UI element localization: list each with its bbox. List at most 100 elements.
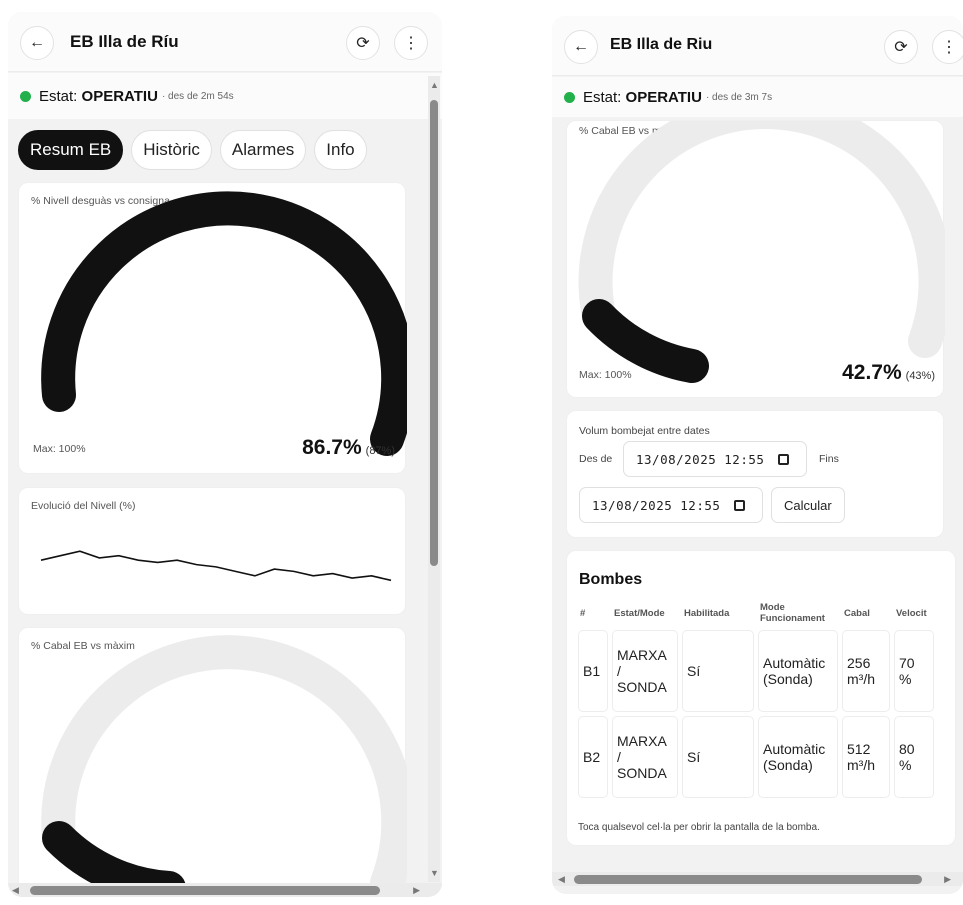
refresh-button[interactable]: ⟳ — [346, 26, 380, 60]
arrow-left-icon: ← — [573, 38, 589, 55]
table-row[interactable]: B1 MARXA / SONDA Sí Automàtic (Sonda) 25… — [578, 630, 934, 712]
horizontal-scroll-thumb[interactable] — [574, 875, 922, 884]
calendar-icon[interactable] — [778, 453, 790, 465]
level-trend-chart — [40, 550, 392, 582]
scroll-left-icon[interactable]: ◀ — [558, 874, 565, 885]
level-gauge-card: % Nivell desguàs vs consigna Max: 100% 8… — [18, 182, 407, 474]
pump-flow-cell[interactable]: 256 m³/h — [842, 630, 890, 712]
tab-alarmes[interactable]: Alarmes — [219, 130, 307, 170]
level-gauge-arc — [41, 191, 407, 456]
more-button[interactable]: ⋮ — [932, 30, 963, 64]
flow-gauge — [578, 121, 945, 383]
refresh-button[interactable]: ⟳ — [884, 30, 918, 64]
app-bar: ← EB Illa de Ríu ⟳ ⋮ — [8, 12, 442, 72]
volume-title: Volum bombejat entre dates — [579, 425, 710, 437]
calculate-button[interactable]: Calcular — [771, 487, 845, 523]
level-gauge-percent: 86.7% — [302, 436, 362, 459]
flow-gauge-percent: 42.7% — [842, 361, 902, 384]
level-gauge-value: 86.7% (87%) — [302, 436, 395, 460]
scroll-right-icon[interactable]: ▶ — [944, 874, 951, 885]
scroll-down-icon[interactable]: ▼ — [430, 868, 439, 878]
arrow-left-icon: ← — [29, 34, 45, 51]
status-value: OPERATIU — [625, 88, 702, 106]
more-button[interactable]: ⋮ — [394, 26, 428, 60]
tab-info[interactable]: Info — [314, 130, 367, 170]
more-vertical-icon: ⋮ — [941, 39, 957, 56]
pump-state-cell[interactable]: MARXA / SONDA — [612, 716, 678, 798]
pumps-table: # Estat/Mode Habilitada Mode Funcionamen… — [574, 596, 938, 802]
status-label: Estat: — [583, 88, 622, 106]
phone-screen-right: ← EB Illa de Riu ⟳ ⋮ Estat: OPERATIU · d… — [552, 16, 963, 894]
flow-gauge-card: % Cabal EB vs màxim Max: 100% 42.7% (43%) — [566, 120, 945, 398]
pump-mode-cell[interactable]: Automàtic (Sonda) — [758, 630, 838, 712]
level-gauge-rounded: (87%) — [365, 445, 395, 457]
table-row[interactable]: B2 MARXA / SONDA Sí Automàtic (Sonda) 51… — [578, 716, 934, 798]
page-title: EB Illa de Ríu — [70, 32, 179, 51]
status-bar: Estat: OPERATIU · des de 3m 7s — [552, 77, 963, 117]
status-value: OPERATIU — [81, 87, 158, 105]
date-from-value: 13/08/2025 12:55 — [636, 451, 765, 467]
pumps-table-header: # Estat/Mode Habilitada Mode Funcionamen… — [578, 600, 934, 626]
status-label: Estat: — [39, 87, 78, 105]
tab-bar: Resum EB Històric Alarmes Info — [18, 130, 367, 170]
calendar-icon[interactable] — [734, 499, 746, 511]
flow-gauge-rounded: (43%) — [905, 370, 935, 382]
more-vertical-icon: ⋮ — [403, 35, 419, 52]
date-to-label: Fins — [819, 453, 839, 465]
scroll-right-icon[interactable]: ▶ — [413, 885, 420, 896]
refresh-icon: ⟳ — [356, 35, 370, 52]
flow-gauge-arc — [42, 821, 186, 897]
flow-gauge-track — [578, 121, 945, 358]
flow-gauge-arc — [582, 299, 709, 383]
pump-mode-cell[interactable]: Automàtic (Sonda) — [758, 716, 838, 798]
pump-flow-cell[interactable]: 512 m³/h — [842, 716, 890, 798]
column-header: Cabal — [844, 607, 870, 619]
back-button[interactable]: ← — [20, 26, 54, 60]
level-gauge — [41, 191, 407, 456]
pump-speed-cell[interactable]: 80 % — [894, 716, 934, 798]
tab-historic[interactable]: Històric — [131, 130, 212, 170]
pump-speed-cell[interactable]: 70 % — [894, 630, 934, 712]
pump-state-cell[interactable]: MARXA / SONDA — [612, 630, 678, 712]
vertical-scroll-thumb[interactable] — [430, 100, 438, 566]
column-header: Estat/Mode — [614, 607, 665, 619]
level-trend-card: Evolució del Nivell (%) — [18, 487, 406, 615]
scroll-up-icon[interactable]: ▲ — [430, 80, 439, 90]
column-header: Habilitada — [684, 607, 730, 619]
app-bar: ← EB Illa de Riu ⟳ ⋮ — [552, 16, 963, 76]
flow-gauge-value: 42.7% (43%) — [842, 361, 935, 385]
pump-id-cell[interactable]: B1 — [578, 630, 608, 712]
date-from-input[interactable]: 13/08/2025 12:55 — [623, 441, 807, 477]
vertical-scrollbar[interactable]: ▲ ▼ — [428, 76, 440, 882]
flow-gauge — [41, 635, 407, 897]
tab-resum-eb[interactable]: Resum EB — [18, 130, 124, 170]
status-since: · des de 2m 54s — [161, 90, 234, 102]
pump-enabled-cell[interactable]: Sí — [682, 630, 754, 712]
column-header: # — [580, 607, 586, 619]
date-to-input[interactable]: 13/08/2025 12:55 — [579, 487, 763, 523]
scroll-left-icon[interactable]: ◀ — [12, 885, 19, 896]
level-gauge-max: Max: 100% — [33, 443, 86, 455]
column-header: Velocit — [896, 607, 927, 619]
horizontal-scroll-thumb[interactable] — [30, 886, 380, 895]
flow-gauge-max: Max: 100% — [579, 369, 632, 381]
status-since: · des de 3m 7s — [705, 91, 773, 103]
back-button[interactable]: ← — [564, 30, 598, 64]
pump-enabled-cell[interactable]: Sí — [682, 716, 754, 798]
status-dot-icon — [20, 90, 31, 102]
trend-series-line — [40, 550, 392, 582]
date-to-value: 13/08/2025 12:55 — [592, 497, 721, 513]
refresh-icon: ⟳ — [894, 39, 908, 56]
horizontal-scrollbar[interactable]: ◀ ▶ — [552, 872, 963, 886]
phone-screen-left: ← EB Illa de Ríu ⟳ ⋮ Estat: OPERATIU · d… — [8, 12, 442, 897]
volume-card: Volum bombejat entre dates Des de 13/08/… — [566, 410, 944, 538]
flow-gauge-card: % Cabal EB vs màxim — [18, 627, 407, 897]
flow-gauge-track — [41, 635, 407, 897]
status-dot-icon — [564, 91, 575, 103]
pumps-hint: Toca qualsevol cel·la per obrir la panta… — [578, 822, 820, 833]
page-title: EB Illa de Riu — [610, 36, 713, 53]
horizontal-scrollbar[interactable]: ◀ ▶ — [8, 883, 442, 897]
date-from-label: Des de — [579, 453, 613, 465]
pumps-title: Bombes — [579, 571, 643, 588]
pump-id-cell[interactable]: B2 — [578, 716, 608, 798]
